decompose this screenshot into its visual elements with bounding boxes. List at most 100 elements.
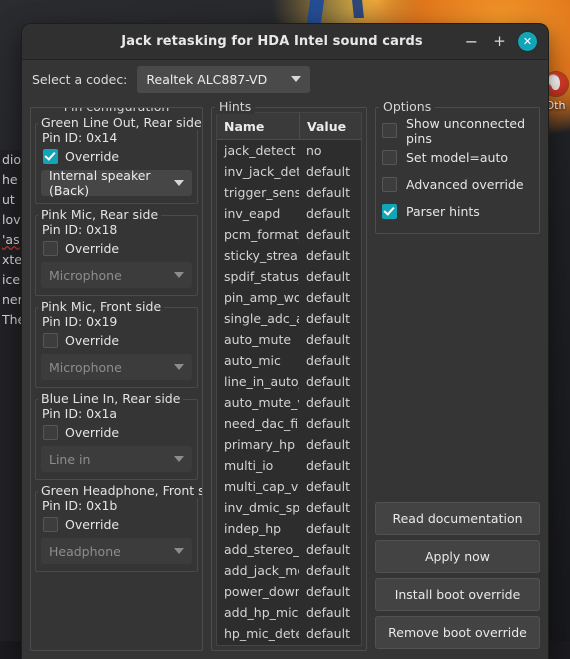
hint-value: default [306, 164, 350, 179]
table-row[interactable]: power_down_unused default [217, 581, 361, 602]
hint-name: spdif_status_reset [224, 269, 299, 284]
close-icon[interactable]: ✕ [518, 32, 537, 51]
option-show-unconnected-pins[interactable]: Show unconnected pins [382, 116, 533, 146]
pin-configuration-column: Pin configuration Green Line Out, Rear s… [30, 98, 203, 651]
install-boot-override-button[interactable]: Install boot override [375, 578, 540, 611]
hint-name: inv_eapd [224, 206, 281, 221]
table-row[interactable]: auto_mute_via_amp default [217, 392, 361, 413]
pin-override-checkbox[interactable] [43, 425, 58, 440]
hint-name: inv_jack_detect [224, 164, 299, 179]
bg-text-line: xte [2, 252, 22, 267]
bg-text-line: lov [2, 212, 21, 227]
maximize-button[interactable]: + [490, 32, 509, 51]
hint-name: indep_hp [224, 521, 282, 536]
option-checkbox[interactable] [382, 204, 397, 219]
table-row[interactable]: single_adc_amp default [217, 308, 361, 329]
remove-boot-override-button[interactable]: Remove boot override [375, 616, 540, 649]
bg-text-line: The [2, 312, 25, 327]
column-header-value[interactable]: Value [299, 113, 361, 139]
hint-value: default [306, 374, 350, 389]
table-row[interactable]: auto_mic default [217, 350, 361, 371]
bg-text-line: ut [2, 192, 15, 207]
table-row[interactable]: add_stereo_mix_input default [217, 539, 361, 560]
option-checkbox[interactable] [382, 150, 397, 165]
hint-name: need_dac_fix [224, 416, 299, 431]
hint-name: primary_hp [224, 437, 296, 452]
pin-override-checkbox-row[interactable]: Override [43, 241, 192, 256]
pin-override-checkbox[interactable] [43, 149, 58, 164]
read-documentation-button[interactable]: Read documentation [375, 502, 540, 535]
table-row[interactable]: spdif_status_reset default [217, 266, 361, 287]
apply-now-button[interactable]: Apply now [375, 540, 540, 573]
table-row[interactable]: auto_mute default [217, 329, 361, 350]
table-row[interactable]: inv_eapd default [217, 203, 361, 224]
pin-override-label: Override [65, 333, 120, 348]
hint-value: default [306, 353, 350, 368]
pin-block: Blue Line In, Rear side Pin ID: 0x1a Ove… [35, 391, 198, 480]
option-checkbox[interactable] [382, 177, 397, 192]
table-row[interactable]: inv_dmic_split default [217, 497, 361, 518]
hints-column: Hints Name Value jack_detect no inv_jack_d… [211, 98, 367, 651]
table-row[interactable]: add_jack_modes default [217, 560, 361, 581]
hint-name: add_stereo_mix_input [224, 542, 299, 557]
pin-role-select[interactable]: Internal speaker (Back) [41, 168, 192, 198]
option-advanced-override[interactable]: Advanced override [382, 171, 533, 198]
hints-table[interactable]: Name Value jack_detectnoinv_jack_detectd… [216, 112, 362, 646]
table-row[interactable]: jack_detect no [217, 140, 361, 161]
hint-value: default [306, 437, 350, 452]
hints-title: Hints [215, 99, 256, 114]
pin-override-checkbox[interactable] [43, 333, 58, 348]
table-row[interactable]: hp_mic_detect default [217, 623, 361, 644]
table-row[interactable]: multi_io default [217, 455, 361, 476]
titlebar[interactable]: Jack retasking for HDA Intel sound cards… [22, 24, 548, 60]
pin-role-select[interactable]: Microphone [41, 262, 192, 288]
hint-name: power_down_unused [224, 584, 299, 599]
options-column: Options Show unconnected pins Set model=… [375, 98, 540, 651]
hint-value: default [306, 311, 350, 326]
option-set-model-auto[interactable]: Set model=auto [382, 144, 533, 171]
table-row[interactable]: indep_hp default [217, 518, 361, 539]
option-parser-hints[interactable]: Parser hints [382, 198, 533, 225]
hint-name: single_adc_amp [224, 311, 299, 326]
codec-select[interactable]: Realtek ALC887-VD [137, 65, 311, 93]
pin-override-checkbox-row[interactable]: Override [43, 149, 192, 164]
pin-role-select[interactable]: Microphone [41, 354, 192, 380]
hint-value: default [306, 332, 350, 347]
pin-override-checkbox-row[interactable]: Override [43, 333, 192, 348]
hints-group: Hints Name Value jack_detect no inv_jack_d… [211, 99, 367, 651]
table-row[interactable]: multi_cap_vol default [217, 476, 361, 497]
pin-override-checkbox-row[interactable]: Override [43, 425, 192, 440]
hints-table-header: Name Value [217, 113, 361, 140]
hint-value: default [306, 500, 350, 515]
hint-name: jack_detect [224, 143, 296, 158]
hint-name: auto_mute_via_amp [224, 395, 299, 410]
option-label: Advanced override [406, 177, 524, 192]
hint-name: line_in_auto_switch [224, 374, 299, 389]
pin-id-label: Pin ID: 0x18 [42, 222, 118, 237]
table-row[interactable]: sticky_stream default [217, 245, 361, 266]
table-row[interactable]: line_in_auto_switch default [217, 371, 361, 392]
table-row[interactable]: need_dac_fix default [217, 413, 361, 434]
table-row[interactable]: add_hp_mic default [217, 602, 361, 623]
pin-block-title: Blue Line In, Rear side [38, 391, 184, 406]
pin-block-title: Pink Mic, Rear side [38, 207, 162, 222]
pin-override-checkbox[interactable] [43, 241, 58, 256]
pin-override-checkbox[interactable] [43, 517, 58, 532]
pin-override-checkbox-row[interactable]: Override [43, 517, 192, 532]
column-header-name[interactable]: Name [217, 113, 299, 139]
table-row[interactable]: trigger_sense default [217, 182, 361, 203]
hint-value: default [306, 206, 350, 221]
option-checkbox[interactable] [382, 123, 397, 138]
pin-block: Pink Mic, Rear side Pin ID: 0x18 Overrid… [35, 207, 198, 296]
table-row[interactable]: pcm_format_first default [217, 224, 361, 245]
pin-role-select[interactable]: Line in [41, 446, 192, 472]
pin-role-select[interactable]: Headphone [41, 538, 192, 564]
pin-block-title: Green Headphone, Front side [38, 483, 202, 498]
codec-label: Select a codec: [32, 71, 128, 87]
hint-name: add_hp_mic [224, 605, 299, 620]
table-row[interactable]: pin_amp_workaround default [217, 287, 361, 308]
table-row[interactable]: inv_jack_detect default [217, 161, 361, 182]
codec-select-value: Realtek ALC887-VD [146, 71, 268, 87]
minimize-button[interactable]: − [462, 32, 481, 51]
table-row[interactable]: primary_hp default [217, 434, 361, 455]
